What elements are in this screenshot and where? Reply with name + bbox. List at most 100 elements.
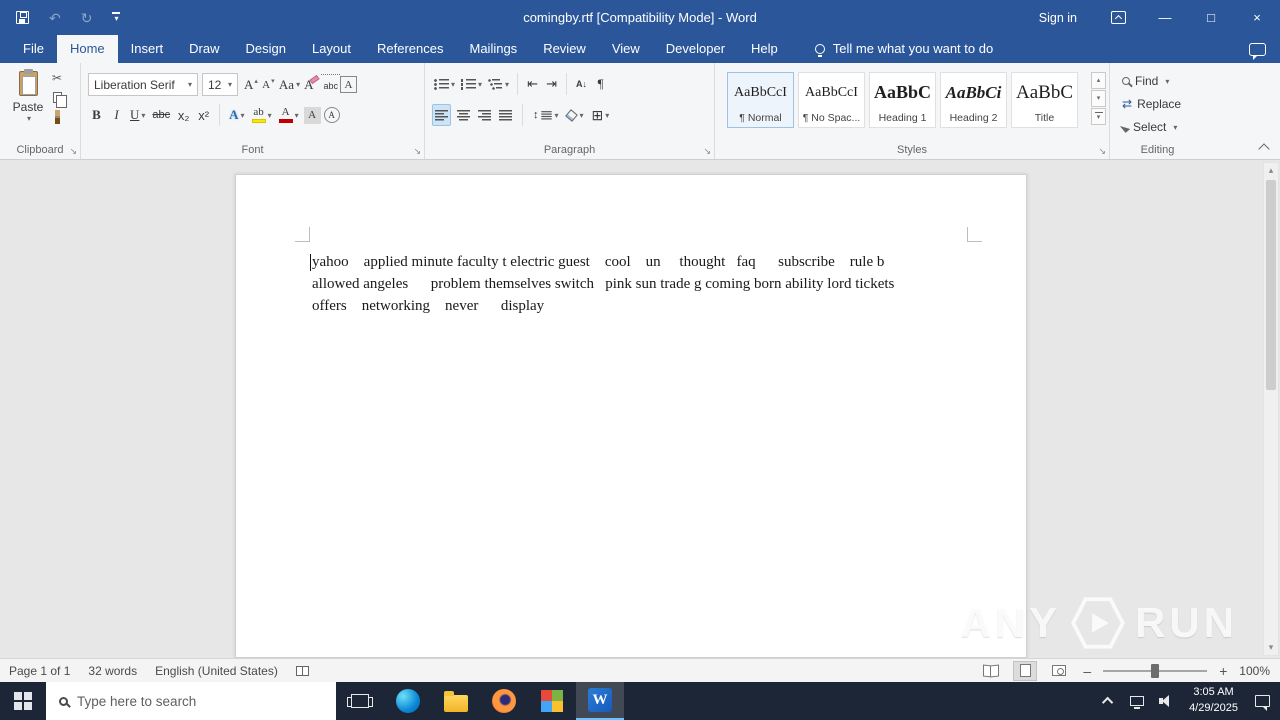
document-text[interactable]: yahoo applied minute faculty t electric …	[312, 251, 972, 317]
save-icon[interactable]	[16, 11, 29, 24]
italic-button[interactable]: I	[108, 104, 125, 126]
tab-home[interactable]: Home	[56, 35, 118, 63]
line-spacing-button[interactable]: ↕ ▾	[531, 104, 561, 126]
taskbar-edge[interactable]	[384, 682, 432, 720]
zoom-level[interactable]: 100%	[1239, 664, 1270, 678]
action-center-button[interactable]	[1250, 682, 1274, 720]
highlight-button[interactable]: ab ▾	[250, 104, 274, 126]
decrease-indent-button[interactable]: ⇤	[524, 73, 541, 95]
character-shading-button[interactable]: A	[303, 106, 321, 124]
style-heading-1[interactable]: AaBbC Heading 1	[869, 72, 936, 128]
tell-me-box[interactable]: Tell me what you want to do	[814, 41, 993, 63]
vertical-scrollbar[interactable]: ▴ ▾	[1263, 162, 1279, 656]
minimize-button[interactable]: —	[1142, 0, 1188, 35]
comments-button[interactable]	[1249, 43, 1266, 60]
align-center-button[interactable]	[455, 104, 472, 126]
bold-button[interactable]: B	[88, 104, 105, 126]
justify-button[interactable]	[497, 104, 514, 126]
text-effects-button[interactable]: A ▾	[227, 104, 246, 126]
taskbar-search[interactable]	[46, 682, 336, 720]
style-heading-2[interactable]: AaBbCi Heading 2	[940, 72, 1007, 128]
print-layout-button[interactable]	[1013, 660, 1038, 681]
select-button[interactable]: Select ▾	[1119, 118, 1181, 136]
tab-references[interactable]: References	[364, 35, 456, 63]
align-right-button[interactable]	[476, 104, 493, 126]
taskbar-clock[interactable]: 3:05 AM 4/29/2025	[1181, 685, 1246, 717]
word-count[interactable]: 32 words	[88, 664, 137, 678]
network-button[interactable]	[1125, 682, 1149, 720]
font-name-combobox[interactable]: Liberation Serif ▾	[88, 73, 198, 96]
proofing-icon[interactable]	[295, 665, 309, 676]
borders-button[interactable]: ⊞ ▾	[590, 104, 612, 126]
style-no-spacing[interactable]: AaBbCcI ¶ No Spac...	[798, 72, 865, 128]
document-page[interactable]: yahoo applied minute faculty t electric …	[235, 174, 1027, 658]
character-border-button[interactable]: A	[340, 76, 357, 93]
tab-help[interactable]: Help	[738, 35, 791, 63]
font-dialog-launcher-icon[interactable]: ↘	[413, 147, 421, 156]
tab-file[interactable]: File	[10, 35, 57, 63]
find-button[interactable]: Find ▾	[1122, 72, 1181, 90]
tab-review[interactable]: Review	[530, 35, 599, 63]
style-title[interactable]: AaBbC Title	[1011, 72, 1078, 128]
numbering-button[interactable]: ▾	[459, 73, 484, 95]
taskbar-word[interactable]: W	[576, 682, 624, 720]
change-case-button[interactable]: Aa ▾	[277, 74, 302, 96]
tab-draw[interactable]: Draw	[176, 35, 232, 63]
subscript-button[interactable]: x₂	[175, 104, 192, 126]
format-painter-icon[interactable]	[54, 110, 60, 124]
page-indicator[interactable]: Page 1 of 1	[9, 664, 70, 678]
scroll-down-icon[interactable]: ▾	[1264, 642, 1278, 653]
scroll-up-icon[interactable]: ▴	[1264, 165, 1278, 176]
ribbon-display-options-icon[interactable]	[1111, 11, 1126, 24]
taskbar-firefox[interactable]	[480, 682, 528, 720]
tab-developer[interactable]: Developer	[653, 35, 738, 63]
web-layout-button[interactable]	[1047, 661, 1071, 681]
task-view-button[interactable]	[336, 682, 384, 720]
phonetic-guide-button[interactable]: abc	[321, 73, 340, 96]
undo-icon[interactable]: ↶	[49, 11, 61, 25]
volume-button[interactable]	[1153, 682, 1177, 720]
bullets-button[interactable]: ▾	[432, 73, 457, 95]
styles-dialog-launcher-icon[interactable]: ↘	[1098, 147, 1106, 156]
collapse-ribbon-icon[interactable]	[1258, 143, 1270, 155]
hidden-icons-button[interactable]	[1097, 682, 1121, 720]
tab-view[interactable]: View	[599, 35, 653, 63]
zoom-in-button[interactable]: +	[1217, 663, 1229, 679]
increase-indent-button[interactable]: ⇥	[543, 73, 560, 95]
start-button[interactable]	[0, 682, 46, 720]
multilevel-list-button[interactable]: ▾	[486, 73, 511, 95]
search-input[interactable]	[77, 693, 336, 709]
underline-button[interactable]: U ▾	[128, 104, 147, 126]
tab-design[interactable]: Design	[233, 35, 299, 63]
zoom-slider[interactable]	[1103, 663, 1208, 678]
paste-button[interactable]: Paste ▾	[8, 69, 48, 135]
redo-icon[interactable]: ↻	[81, 11, 93, 25]
styles-scroll-down-icon[interactable]: ▾	[1091, 90, 1106, 107]
clear-formatting-button[interactable]: A	[302, 74, 321, 96]
enclose-characters-button[interactable]: A	[323, 107, 340, 123]
customize-qat-icon[interactable]: ▾	[112, 12, 121, 23]
language-indicator[interactable]: English (United States)	[155, 664, 278, 678]
align-left-button[interactable]	[432, 104, 451, 126]
styles-more-icon[interactable]: ▾	[1091, 108, 1106, 125]
read-mode-button[interactable]	[979, 661, 1003, 681]
taskbar-file-explorer[interactable]	[432, 682, 480, 720]
paragraph-dialog-launcher-icon[interactable]: ↘	[703, 147, 711, 156]
tab-layout[interactable]: Layout	[299, 35, 364, 63]
style-normal[interactable]: AaBbCcI ¶ Normal	[727, 72, 794, 128]
font-color-button[interactable]: A ▾	[277, 104, 301, 126]
close-button[interactable]: ×	[1234, 0, 1280, 35]
zoom-slider-thumb[interactable]	[1151, 663, 1160, 678]
cut-icon[interactable]: ✂	[52, 71, 62, 85]
styles-scroll-up-icon[interactable]: ▴	[1091, 72, 1106, 89]
superscript-button[interactable]: x²	[195, 104, 212, 126]
grow-font-button[interactable]: A ▴	[242, 74, 260, 96]
copy-icon[interactable]	[52, 92, 67, 108]
shading-button[interactable]: ▾	[564, 104, 586, 126]
zoom-out-button[interactable]: –	[1081, 663, 1093, 679]
shrink-font-button[interactable]: A ▾	[260, 74, 277, 96]
maximize-button[interactable]: □	[1188, 0, 1234, 35]
font-size-combobox[interactable]: 12 ▾	[202, 73, 238, 96]
tab-insert[interactable]: Insert	[118, 35, 177, 63]
replace-button[interactable]: ⇄ Replace	[1122, 95, 1181, 113]
